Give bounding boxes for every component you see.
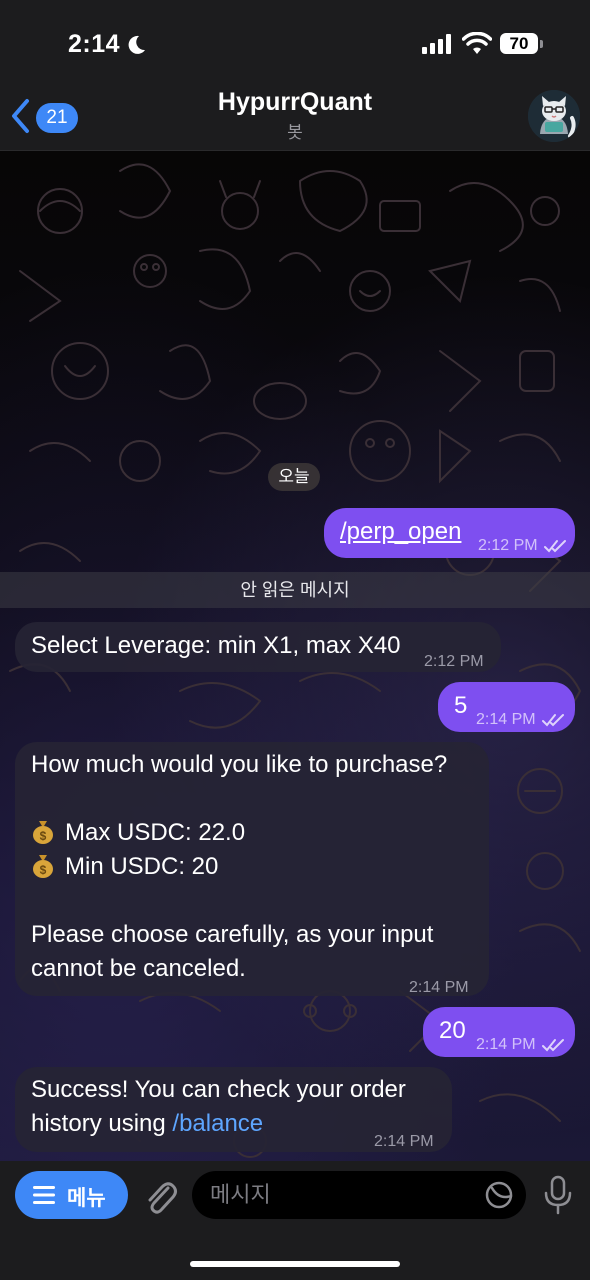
chat-header: 21 HypurrQuant 봇 — [0, 88, 590, 151]
unread-messages-divider: 안 읽은 메시지 — [0, 572, 590, 608]
chat-subtitle: 봇 — [287, 123, 303, 142]
message-time: 2:12 PM — [478, 529, 568, 563]
status-time: 2:14 — [68, 30, 121, 58]
money-bag-icon: $ — [33, 855, 53, 878]
date-chip: 오늘 — [268, 463, 320, 491]
command-link[interactable]: /perp_open — [340, 515, 461, 549]
microphone-icon[interactable] — [542, 1175, 574, 1215]
chat-title[interactable]: HypurrQuant — [0, 88, 590, 117]
message-input[interactable] — [192, 1171, 526, 1219]
double-check-icon — [544, 539, 567, 553]
message-time: 2:14 PM — [476, 703, 566, 737]
message-time: 2:14 PM — [409, 979, 469, 996]
money-bag-icon: $ — [33, 821, 53, 844]
cellular-signal-icon — [422, 34, 451, 54]
message-time: 2:12 PM — [424, 653, 484, 670]
message-text: How much would you like to purchase? $ Ma… — [31, 751, 448, 982]
message-outgoing[interactable]: /perp_open 2:12 PM — [324, 508, 575, 558]
home-indicator[interactable] — [190, 1261, 400, 1267]
message-time: 2:14 PM — [374, 1133, 434, 1150]
chat-area[interactable]: 오늘 /perp_open 2:12 PM 안 읽은 메시지 Select Le… — [0, 151, 590, 1161]
input-bar: 메뉴 — [0, 1161, 590, 1280]
menu-label: 메뉴 — [67, 1187, 106, 1210]
message-incoming[interactable]: How much would you like to purchase? $ Ma… — [15, 742, 489, 996]
message-text: 5 — [454, 692, 468, 719]
hamburger-icon — [33, 1186, 55, 1204]
message-incoming[interactable]: Success! You can check your order histor… — [15, 1067, 452, 1152]
message-outgoing[interactable]: 5 2:14 PM — [438, 682, 575, 732]
message-incoming[interactable]: Select Leverage: min X1, max X40 2:12 PM — [15, 622, 501, 672]
message-text: Success! You can check your order histor… — [31, 1076, 406, 1137]
balance-command-link[interactable]: /balance — [172, 1110, 263, 1137]
message-text: Select Leverage: min X1, max X40 — [31, 632, 401, 659]
svg-text:$: $ — [40, 863, 47, 877]
message-time: 2:14 PM — [476, 1028, 566, 1062]
battery-cap — [540, 40, 543, 48]
message-outgoing[interactable]: 20 2:14 PM — [423, 1007, 575, 1057]
moon-icon — [128, 35, 145, 54]
attach-paperclip-icon[interactable] — [142, 1176, 178, 1216]
message-text: 20 — [439, 1017, 466, 1044]
sticker-icon[interactable] — [484, 1180, 514, 1210]
status-bar: 2:14 70 — [0, 0, 590, 88]
svg-text:$: $ — [40, 829, 47, 843]
menu-button[interactable]: 메뉴 — [15, 1171, 128, 1219]
wifi-icon — [462, 32, 492, 54]
cat-avatar-icon[interactable] — [528, 90, 580, 142]
double-check-icon — [542, 713, 565, 727]
battery-indicator: 70 — [500, 33, 538, 54]
double-check-icon — [542, 1038, 565, 1052]
